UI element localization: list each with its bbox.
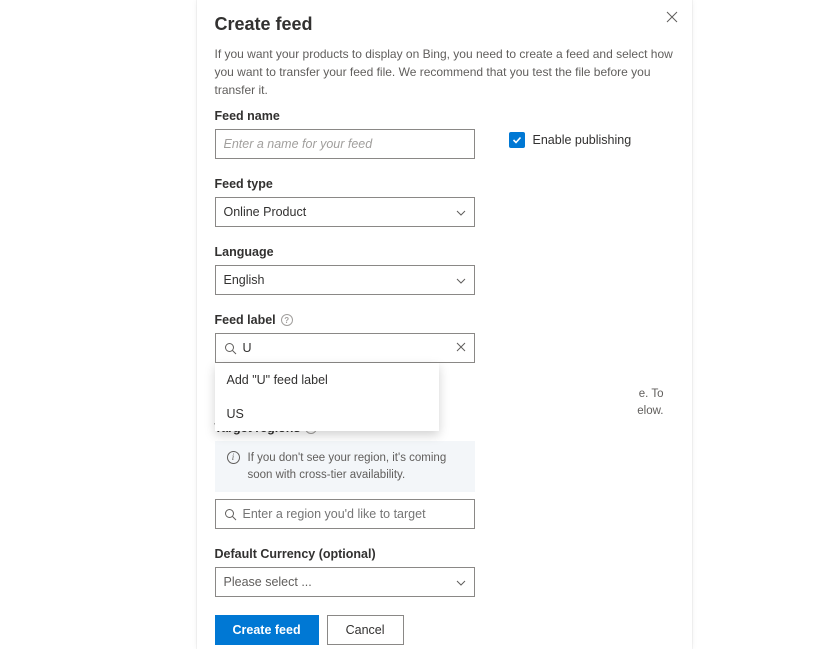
feed-label-hint-fragment: e. To elow. (422, 386, 664, 419)
default-currency-label: Default Currency (optional) (215, 547, 674, 561)
target-regions-info-banner: i If you don't see your region, it's com… (215, 441, 475, 492)
feed-name-input[interactable] (215, 129, 475, 159)
checkbox-icon (509, 132, 525, 148)
create-feed-dialog: Create feed If you want your products to… (197, 0, 692, 649)
dialog-title: Create feed (215, 14, 674, 35)
enable-publishing-label: Enable publishing (533, 133, 632, 147)
info-icon: i (227, 451, 240, 464)
clear-icon[interactable] (456, 341, 466, 355)
cancel-button[interactable]: Cancel (327, 615, 404, 645)
feed-type-value: Online Product (224, 205, 307, 219)
search-icon (224, 342, 237, 355)
feed-label-combobox[interactable]: Add "U" feed label US (215, 333, 475, 363)
feed-label-search-input[interactable] (243, 341, 450, 355)
close-icon[interactable] (666, 10, 678, 26)
chevron-down-icon (456, 575, 466, 589)
search-icon (224, 508, 237, 521)
default-currency-placeholder: Please select ... (224, 575, 312, 589)
target-region-input[interactable] (243, 507, 466, 521)
default-currency-select[interactable]: Please select ... (215, 567, 475, 597)
feed-name-label: Feed name (215, 109, 475, 123)
language-select[interactable]: English (215, 265, 475, 295)
feed-type-select[interactable]: Online Product (215, 197, 475, 227)
create-feed-button[interactable]: Create feed (215, 615, 319, 645)
dialog-footer: Create feed Cancel (215, 615, 674, 645)
dropdown-add-option[interactable]: Add "U" feed label (215, 363, 439, 397)
dialog-intro: If you want your products to display on … (215, 45, 674, 99)
feed-label-dropdown: Add "U" feed label US (215, 363, 439, 431)
enable-publishing-checkbox[interactable]: Enable publishing (509, 132, 632, 148)
feed-type-label: Feed type (215, 177, 674, 191)
language-value: English (224, 273, 265, 287)
chevron-down-icon (456, 205, 466, 219)
target-regions-info-text: If you don't see your region, it's comin… (248, 450, 463, 483)
chevron-down-icon (456, 273, 466, 287)
help-icon[interactable]: ? (281, 314, 293, 326)
feed-label-label: Feed label ? (215, 313, 674, 327)
dropdown-existing-option[interactable]: US (215, 397, 439, 431)
language-label: Language (215, 245, 674, 259)
target-region-input-wrap[interactable] (215, 499, 475, 529)
